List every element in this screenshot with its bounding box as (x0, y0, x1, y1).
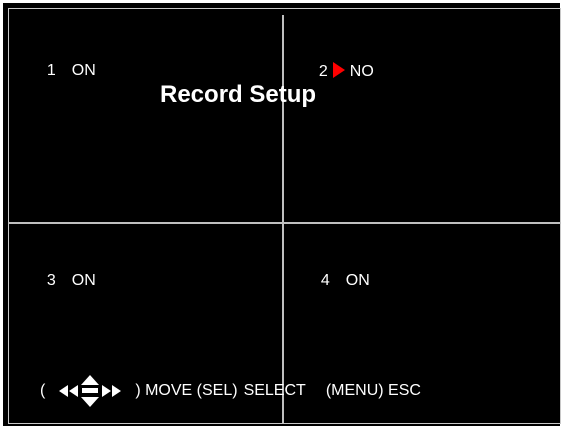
help-select-text: SELECT (243, 382, 306, 399)
channel-number: 3 (46, 272, 56, 289)
channel-1-setting[interactable]: 1 ON (38, 44, 96, 80)
channel-record-status: ON (71, 272, 96, 289)
channel-4-setting[interactable]: 4 ON (312, 254, 370, 290)
channel-record-status: NO (349, 63, 374, 80)
help-move-text: ) MOVE (SEL) (135, 382, 238, 399)
menu-title: Record Setup (160, 81, 317, 108)
channel-2-setting[interactable]: 2 NO (310, 44, 374, 81)
direction-arrows-icon (47, 374, 133, 408)
channel-number: 2 (318, 63, 328, 80)
quad-divider-vertical (282, 15, 284, 423)
help-esc-text: (MENU) ESC (325, 382, 421, 399)
channel-number: 1 (46, 62, 56, 79)
selection-cursor-icon (332, 62, 345, 78)
channel-record-status: ON (345, 272, 370, 289)
channel-3-setting[interactable]: 3 ON (38, 254, 96, 290)
channel-number: 4 (320, 272, 330, 289)
help-open-paren: ( (40, 382, 46, 399)
help-bar: ( ) MOVE (SEL) SELECT (MENU) ESC (40, 374, 421, 408)
channel-record-status: ON (71, 62, 96, 79)
quad-divider-horizontal (8, 222, 561, 224)
